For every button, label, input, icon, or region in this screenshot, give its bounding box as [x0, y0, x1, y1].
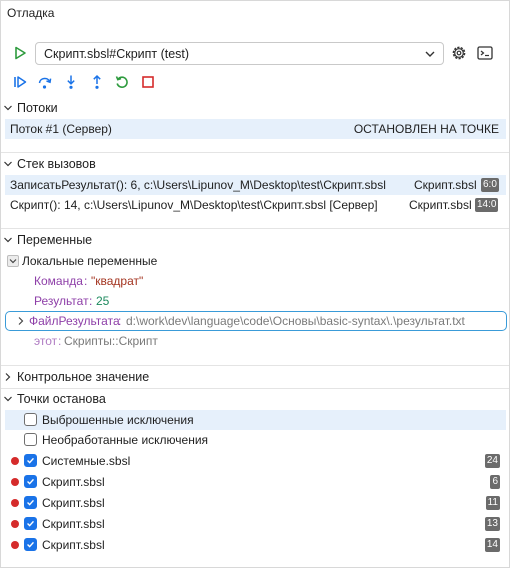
variable-row-selected[interactable]: ФайлРезультата : d:\work\dev\language\co… — [5, 311, 507, 331]
breakpoint-checkbox[interactable] — [24, 475, 37, 488]
breakpoint-dot-icon — [11, 457, 19, 465]
chevron-right-icon[interactable] — [16, 316, 26, 326]
variable-value: "квадрат" — [91, 274, 144, 288]
thread-name: Поток #1 (Сервер) — [10, 122, 112, 136]
divider — [1, 228, 509, 229]
stack-frame-position: 14:0 — [475, 198, 499, 212]
breakpoint-checkbox[interactable] — [24, 454, 37, 467]
breakpoint-file: Скрипт.sbsl — [42, 475, 105, 489]
step-into-icon[interactable] — [63, 74, 79, 90]
breakpoint-line: 6 — [490, 475, 500, 489]
breakpoint-row[interactable]: Скрипт.sbsl 13 — [5, 514, 506, 534]
section-call-stack[interactable]: Стек вызовов — [0, 155, 510, 174]
section-threads-label: Потоки — [17, 101, 58, 115]
breakpoint-dot-icon — [11, 499, 19, 507]
variable-value: Скрипты::Скрипт — [64, 334, 158, 348]
divider — [1, 388, 509, 389]
stack-frame-file: Скрипт.sbsl — [414, 178, 477, 192]
variable-name: ФайлРезультата — [29, 314, 120, 328]
breakpoint-checkbox[interactable] — [24, 517, 37, 530]
collapse-icon — [7, 255, 19, 267]
thread-row[interactable]: Поток #1 (Сервер) ОСТАНОВЛЕН НА ТОЧКЕ — [5, 119, 506, 139]
stack-frame-position: 6:0 — [481, 178, 499, 192]
breakpoint-row[interactable]: Скрипт.sbsl 11 — [5, 493, 506, 513]
variable-row[interactable]: Команда : "квадрат" — [5, 271, 506, 291]
local-variables-group[interactable]: Локальные переменные — [5, 251, 506, 271]
thrown-exceptions-checkbox[interactable] — [24, 413, 37, 426]
gear-icon[interactable] — [450, 44, 468, 62]
variable-row[interactable]: этот : Скрипты::Скрипт — [5, 331, 506, 351]
variable-name: Результат — [34, 294, 89, 308]
run-config-select[interactable]: Скрипт.sbsl#Скрипт (test) — [35, 42, 444, 65]
run-icon[interactable] — [12, 45, 28, 61]
variable-name: этот — [34, 334, 58, 348]
variable-separator: : — [89, 294, 93, 308]
breakpoint-row[interactable]: Скрипт.sbsl 14 — [5, 535, 506, 555]
restart-icon[interactable] — [114, 74, 130, 90]
section-watch-label: Контрольное значение — [17, 370, 150, 384]
breakpoint-file: Скрипт.sbsl — [42, 496, 105, 510]
chevron-down-icon — [4, 105, 12, 111]
breakpoint-dot-icon — [11, 520, 19, 528]
exception-breakpoint-row[interactable]: Выброшенные исключения — [5, 410, 506, 430]
breakpoint-checkbox[interactable] — [24, 538, 37, 551]
breakpoint-line: 14 — [484, 538, 500, 552]
step-over-icon[interactable] — [37, 74, 53, 90]
divider — [1, 365, 509, 366]
exception-breakpoint-row[interactable]: Необработанные исключения — [5, 430, 506, 450]
breakpoint-dot-icon — [11, 541, 19, 549]
thread-status: ОСТАНОВЛЕН НА ТОЧКЕ — [353, 122, 499, 136]
stack-frame-row[interactable]: ЗаписатьРезультат(): 6, c:\Users\Lipunov… — [5, 175, 506, 195]
divider — [1, 152, 509, 153]
breakpoint-line: 13 — [484, 517, 500, 531]
chevron-down-icon — [4, 161, 12, 167]
section-variables-label: Переменные — [17, 233, 93, 247]
chevron-right-icon — [5, 373, 11, 381]
panel-title: Отладка — [7, 6, 55, 20]
breakpoint-line: 24 — [484, 454, 500, 468]
stack-frame: ЗаписатьРезультат(): 6, c:\Users\Lipunov… — [10, 178, 386, 192]
stack-frame-file: Скрипт.sbsl — [409, 198, 472, 212]
exception-label: Необработанные исключения — [42, 433, 209, 447]
breakpoint-row[interactable]: Скрипт.sbsl 6 — [5, 472, 506, 492]
chevron-down-icon — [425, 51, 435, 57]
section-breakpoints[interactable]: Точки останова — [0, 390, 510, 409]
variable-separator: : — [84, 274, 88, 288]
continue-icon[interactable] — [12, 74, 28, 90]
stack-frame-row[interactable]: Скрипт(): 14, c:\Users\Lipunov_M\Desktop… — [5, 195, 506, 215]
breakpoint-file: Системные.sbsl — [42, 454, 131, 468]
chevron-down-icon — [4, 396, 12, 402]
terminal-icon[interactable] — [476, 44, 494, 62]
variable-name: Команда — [34, 274, 83, 288]
breakpoint-dot-icon — [11, 478, 19, 486]
breakpoint-row[interactable]: Системные.sbsl 24 — [5, 451, 506, 471]
variable-row[interactable]: Результат : 25 — [5, 291, 506, 311]
run-config-value: Скрипт.sbsl#Скрипт (test) — [44, 47, 190, 61]
unhandled-exceptions-checkbox[interactable] — [24, 433, 37, 446]
variable-separator: : — [118, 314, 122, 328]
section-variables[interactable]: Переменные — [0, 231, 510, 250]
local-variables-label: Локальные переменные — [22, 254, 158, 268]
stop-icon[interactable] — [140, 74, 156, 90]
breakpoint-checkbox[interactable] — [24, 496, 37, 509]
variable-value: 25 — [96, 294, 110, 308]
stack-frame: Скрипт(): 14, c:\Users\Lipunov_M\Desktop… — [10, 198, 378, 212]
section-threads[interactable]: Потоки — [0, 99, 510, 118]
step-out-icon[interactable] — [89, 74, 105, 90]
variable-value: d:\work\dev\language\code\Основы\basic-s… — [126, 314, 465, 328]
variable-separator: : — [58, 334, 62, 348]
breakpoint-file: Скрипт.sbsl — [42, 538, 105, 552]
section-call-stack-label: Стек вызовов — [17, 157, 96, 171]
chevron-down-icon — [4, 237, 12, 243]
breakpoint-file: Скрипт.sbsl — [42, 517, 105, 531]
breakpoint-line: 11 — [485, 496, 500, 510]
section-breakpoints-label: Точки останова — [17, 392, 106, 406]
section-watch[interactable]: Контрольное значение — [0, 368, 510, 387]
exception-label: Выброшенные исключения — [42, 413, 194, 427]
